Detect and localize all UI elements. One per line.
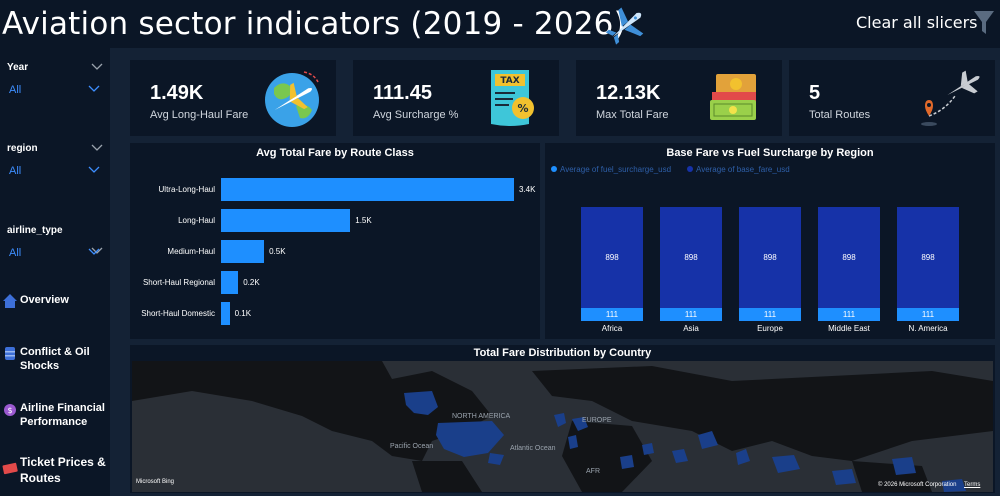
chevron-down-icon[interactable] [88,166,100,174]
slicer-label: airline_type [7,225,63,236]
legend-swatch [687,166,693,172]
bar-data-label: 0.2K [243,277,260,287]
kpi-label: Max Total Fare [596,109,669,121]
chart-title: Base Fare vs Fuel Surcharge by Region [666,147,874,159]
legend-item-fuel-surcharge[interactable]: Average of fuel_surcharge_usd [551,165,671,174]
nav-label: Airline Financial Performance [20,402,105,428]
kpi-card-avg-long-haul-fare[interactable]: 1.49K Avg Long-Haul Fare [130,60,336,136]
kpi-value: 111.45 [373,82,432,104]
chevron-down-icon[interactable] [88,248,100,256]
map-label-africa: AFR [586,468,600,475]
header: Aviation sector indicators (2019 - 2026)… [0,0,1000,48]
legend-swatch [551,166,557,172]
column-category-label: Africa [601,324,623,333]
map-label-north-america: NORTH AMERICA [452,413,511,420]
map-label-europe: EUROPE [582,417,612,424]
bar-data-label: 0.1K [234,308,252,318]
world-map[interactable] [132,361,993,492]
bar[interactable] [221,302,230,325]
kpi-label: Total Routes [809,109,871,121]
globe-plane-icon [265,71,319,127]
airplane-icon [605,7,644,45]
kpi-label: Avg Surcharge % [373,109,459,121]
bar-category-label: Ultra-Long-Haul [158,184,215,194]
column-data-label-fuel: 111 [921,309,935,319]
column-category-label: Europe [757,324,783,333]
legend-label: Average of base_fare_usd [696,165,790,174]
region-fare-chart[interactable]: Base Fare vs Fuel Surcharge by Region Av… [545,143,995,339]
chevron-down-icon[interactable] [91,63,103,71]
column-category-label: Middle East [828,324,870,333]
nav-item-airline-financial[interactable]: $ Airline Financial Performance [2,401,108,429]
column-data-label-fuel: 111 [842,309,856,319]
route-plane-icon [921,70,980,126]
chevron-down-icon[interactable] [88,85,100,93]
bar-data-label: 0.5K [269,246,286,256]
map-title: Total Fare Distribution by Country [473,347,652,359]
chevron-down-icon[interactable] [91,144,103,152]
column-category-label: Asia [683,324,699,333]
bar-data-label: 3.4K [519,184,536,194]
nav-item-ticket-prices[interactable]: Ticket Prices & Routes [2,454,108,486]
legend-label: Average of fuel_surcharge_usd [560,165,672,174]
home-icon [3,294,17,308]
svg-text:$: $ [7,406,12,415]
oil-barrel-icon [5,347,15,360]
legend-item-base-fare[interactable]: Average of base_fare_usd [687,165,790,174]
route-class-chart[interactable]: Avg Total Fare by Route Class Ultra-Long… [130,143,540,339]
nav-label: Ticket Prices & Routes [20,455,106,485]
column-data-label-base: 898 [921,252,935,262]
column-category-label: N. America [908,324,948,333]
slicer-value[interactable]: All [9,247,21,259]
kpi-value: 5 [809,82,821,104]
bar[interactable] [221,178,514,201]
chart-title: Avg Total Fare by Route Class [256,147,414,159]
column-data-label-fuel: 111 [605,309,619,319]
ticket-icon [2,462,18,475]
kpi-card-avg-surcharge[interactable]: 111.45 Avg Surcharge % TAX % [353,60,559,136]
kpi-value: 12.13K [596,82,661,104]
bar-data-label: 1.5K [355,215,372,225]
slicer-value[interactable]: All [9,84,21,96]
map-copyright: © 2026 Microsoft Corporation [878,482,957,488]
svg-text:%: % [517,102,528,115]
nav-item-conflict-oil[interactable]: Conflict & Oil Shocks [2,345,108,373]
tax-document-icon: TAX % [491,70,534,126]
bar[interactable] [221,240,265,263]
nav-label: Overview [20,294,69,306]
slicer-value[interactable]: All [9,165,21,177]
map-label-pacific-ocean: Pacific Ocean [390,443,434,450]
column-data-label-base: 898 [842,252,856,262]
kpi-value: 1.49K [150,82,204,104]
kpi-card-total-routes[interactable]: 5 Total Routes [789,60,995,136]
column-data-label-base: 898 [684,252,698,262]
slicer-label: region [7,143,38,154]
bar-category-label: Short-Haul Domestic [141,308,215,318]
bar[interactable] [221,209,351,232]
bar-category-label: Medium-Haul [167,246,215,256]
bar-category-label: Long-Haul [178,215,215,225]
sidebar: Year All region All airline_type All Ove… [0,48,110,496]
finance-icon: $ [4,404,16,416]
svg-text:TAX: TAX [500,76,519,86]
filter-icon[interactable] [972,8,996,38]
column-data-label-base: 898 [763,252,777,262]
slicer-label: Year [7,62,29,73]
map-label-atlantic-ocean: Atlantic Ocean [510,445,556,452]
terms-link[interactable]: Terms [964,482,980,488]
column-data-label-base: 898 [605,252,619,262]
kpi-label: Avg Long-Haul Fare [150,109,249,121]
nav-item-overview[interactable]: Overview [2,293,108,309]
nav-label: Conflict & Oil Shocks [20,346,90,372]
bar[interactable] [221,271,239,294]
bing-attribution: Microsoft Bing [136,479,175,485]
money-stack-icon [710,74,756,120]
kpi-card-max-total-fare[interactable]: 12.13K Max Total Fare [576,60,782,136]
column-data-label-fuel: 111 [763,309,777,319]
clear-all-slicers-button[interactable]: Clear all slicers [856,13,978,32]
country-fare-map[interactable]: Total Fare Distribution by Country NORTH… [130,345,995,493]
bar-category-label: Short-Haul Regional [142,277,215,287]
page-title: Aviation sector indicators (2019 - 2026) [2,6,626,42]
column-data-label-fuel: 111 [684,309,698,319]
